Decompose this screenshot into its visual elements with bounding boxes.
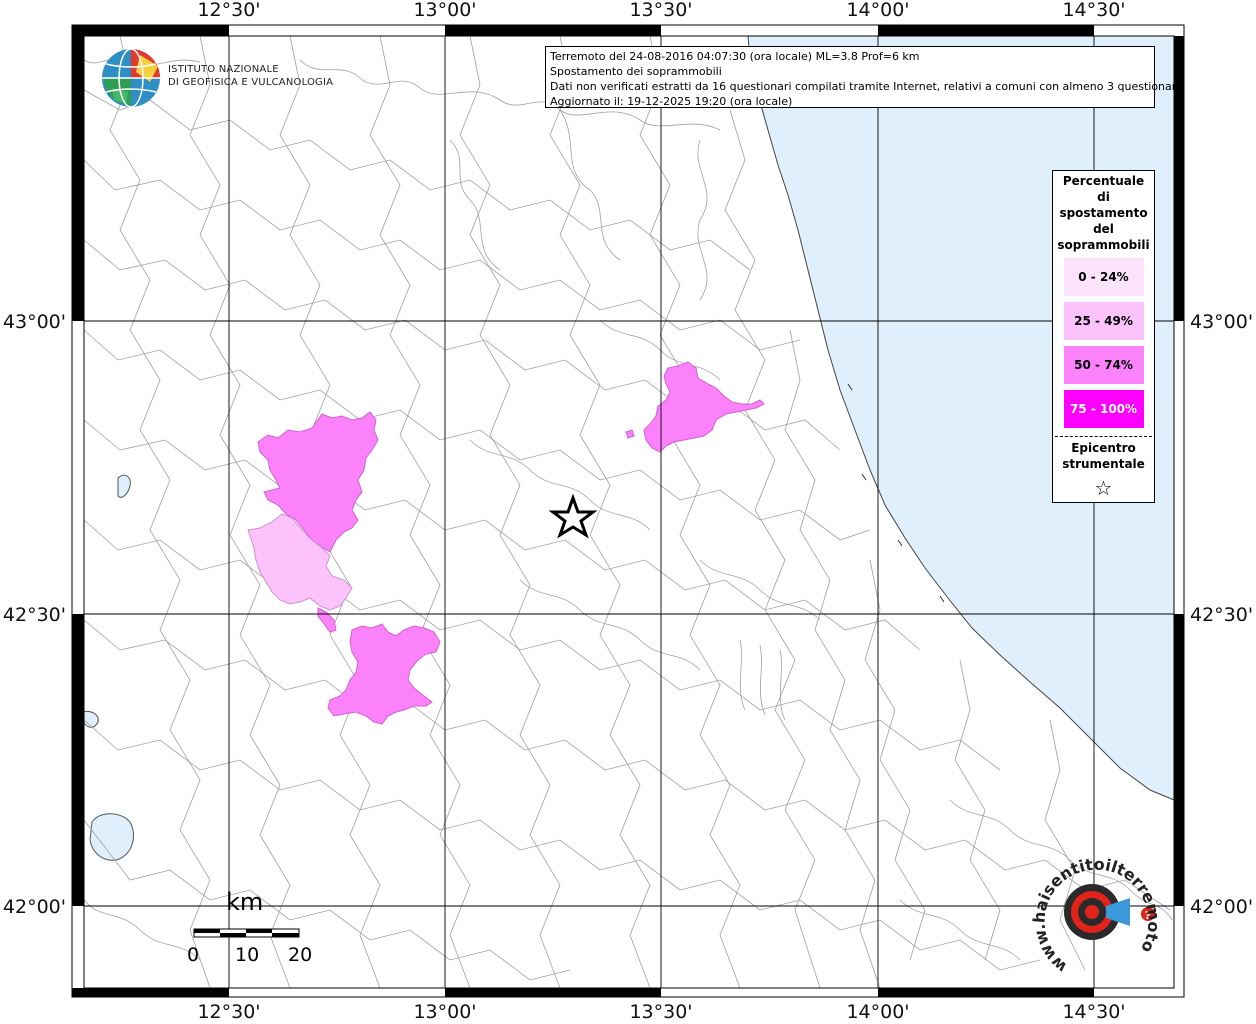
scale-bar <box>193 928 300 938</box>
left-label-3: 42°00' <box>3 896 66 918</box>
scale-unit-label: km <box>226 888 264 916</box>
bottom-label-1: 12°30' <box>197 1001 260 1023</box>
info-line-4: Aggiornato il: 19-12-2025 19:20 (ora loc… <box>550 95 793 108</box>
top-label-5: 14°30' <box>1062 0 1125 21</box>
legend-epicenter-line: Epicentro <box>1071 441 1136 455</box>
area-50-74-small <box>625 429 635 439</box>
top-label-2: 13°00' <box>413 0 476 21</box>
legend-title-line: del <box>1093 222 1114 236</box>
scale-label-10: 10 <box>235 944 260 966</box>
left-label-1: 43°00' <box>3 311 66 333</box>
ingv-globe-icon <box>102 48 160 108</box>
legend-epicenter-line: strumentale <box>1062 457 1145 471</box>
bottom-label-5: 14°30' <box>1062 1001 1125 1023</box>
legend-item-75-100: 75 - 100% <box>1063 390 1144 428</box>
ingv-logo-text: ISTITUTO NAZIONALE DI GEOFISICA E VULCAN… <box>168 63 333 89</box>
legend-item-25-49: 25 - 49% <box>1063 302 1144 340</box>
top-label-1: 12°30' <box>197 0 260 21</box>
legend-title-line: spostamento <box>1059 206 1148 220</box>
info-line-2: Spostamento dei soprammobili <box>550 65 722 78</box>
top-label-4: 14°00' <box>846 0 909 21</box>
legend-title-line: Percentuale <box>1062 174 1145 188</box>
logo-line-2: DI GEOFISICA E VULCANOLOGIA <box>168 77 334 88</box>
legend-title-line: di <box>1097 190 1110 204</box>
legend-panel: Percentuale di spostamento del soprammob… <box>1052 170 1155 503</box>
legend-separator <box>1055 436 1152 437</box>
right-label-1: 43°00' <box>1190 311 1253 333</box>
right-label-2: 42°30' <box>1190 604 1253 626</box>
top-label-3: 13°30' <box>629 0 692 21</box>
bottom-label-2: 13°00' <box>413 1001 476 1023</box>
legend-item-0-24: 0 - 24% <box>1063 258 1144 296</box>
legend-star-icon: ☆ <box>1094 476 1113 500</box>
legend-epicenter-label: Epicentro strumentale <box>1053 440 1154 472</box>
legend-title: Percentuale di spostamento del soprammob… <box>1053 171 1154 253</box>
bottom-label-4: 14°00' <box>846 1001 909 1023</box>
left-label-2: 42°30' <box>3 604 66 626</box>
scale-label-0: 0 <box>187 944 200 966</box>
legend-title-line: soprammobili <box>1057 238 1150 252</box>
map-canvas: 12°30' 13°00' 13°30' 14°00' 14°30' 12°30… <box>0 0 1253 1023</box>
info-line-3: Dati non verificati estratti da 16 quest… <box>550 80 1183 93</box>
logo-line-1: ISTITUTO NAZIONALE <box>168 64 279 75</box>
right-label-3: 42°00' <box>1190 896 1253 918</box>
scale-label-20: 20 <box>288 944 313 966</box>
info-line-1: Terremoto del 24-08-2016 04:07:30 (ora l… <box>550 50 920 63</box>
legend-item-50-74: 50 - 74% <box>1063 346 1144 384</box>
bottom-label-3: 13°30' <box>629 1001 692 1023</box>
earthquake-info-box: Terremoto del 24-08-2016 04:07:30 (ora l… <box>545 46 1183 108</box>
